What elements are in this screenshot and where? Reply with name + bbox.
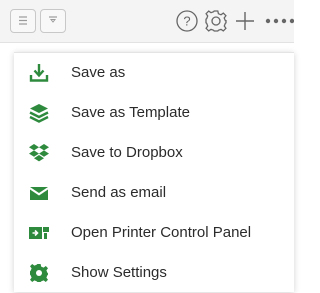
menu-item-label: Save as Template (71, 104, 190, 121)
plus-icon[interactable] (232, 8, 258, 34)
menu-item-show-settings[interactable]: Show Settings (14, 253, 294, 293)
list-icon (19, 16, 27, 25)
dropbox-icon (29, 144, 49, 162)
filter-icon (49, 16, 57, 23)
filter-button[interactable] (40, 9, 66, 33)
dropdown-menu: Save as Save as Template Save to Dropbox… (14, 52, 294, 292)
svg-text:?: ? (183, 14, 190, 29)
menu-item-label: Save to Dropbox (71, 144, 183, 161)
settings-icon (30, 264, 48, 282)
gear-icon[interactable] (203, 8, 229, 34)
menu-item-label: Send as email (71, 184, 167, 201)
help-icon[interactable]: ? (174, 8, 200, 34)
menu-item-label: Show Settings (71, 264, 167, 281)
menu-item-save-as-template[interactable]: Save as Template (14, 93, 294, 133)
menu-item-label: Save as (71, 64, 126, 81)
list-button[interactable] (10, 9, 36, 33)
menu-item-save-as[interactable]: Save as (14, 53, 294, 93)
menu-item-open-printer-control-panel[interactable]: Open Printer Control Panel (14, 213, 294, 253)
envelope-icon (30, 187, 48, 200)
printer-panel-icon (29, 227, 49, 239)
toolbar: ? (0, 0, 294, 43)
layers-icon (29, 104, 49, 123)
menu-item-save-to-dropbox[interactable]: Save to Dropbox (14, 133, 294, 173)
menu-item-send-as-email[interactable]: Send as email (14, 173, 294, 213)
download-icon (29, 64, 49, 82)
more-icon[interactable] (262, 8, 294, 34)
menu-caret (280, 44, 294, 52)
menu-item-label: Open Printer Control Panel (71, 224, 252, 241)
